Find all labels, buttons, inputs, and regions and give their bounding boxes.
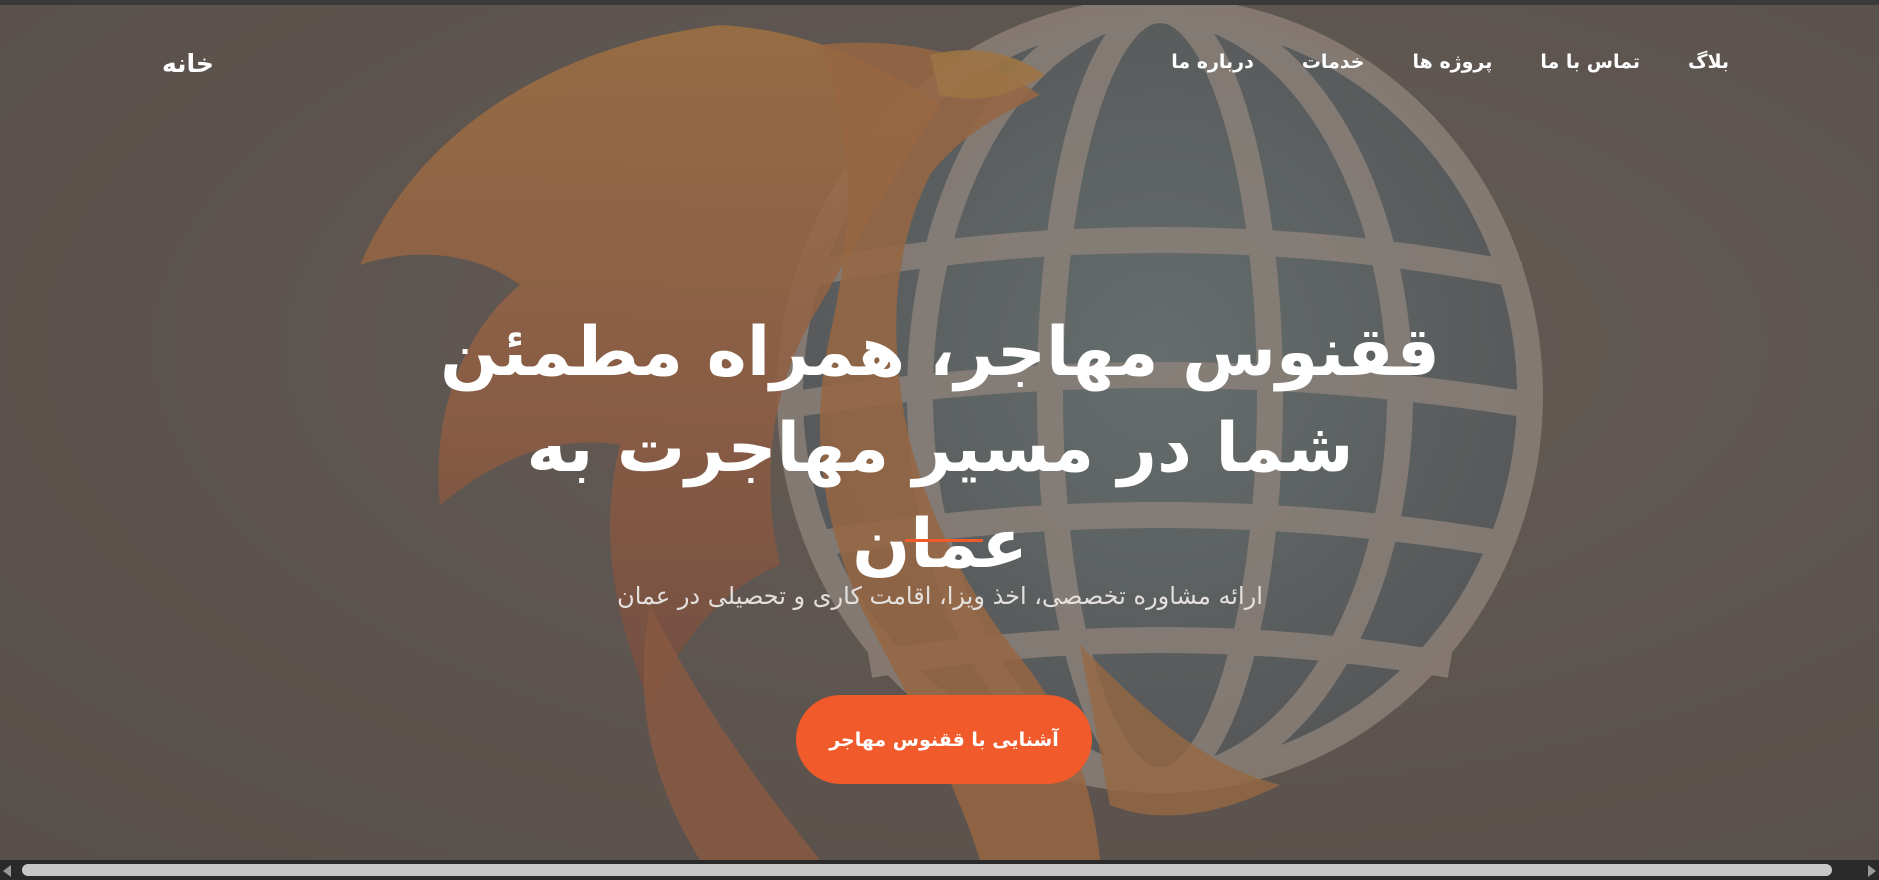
scroll-left-arrow-icon[interactable] xyxy=(3,865,11,877)
scroll-right-arrow-icon[interactable] xyxy=(1868,865,1876,877)
about-cta-button[interactable]: آشنایی با ققنوس مهاجر xyxy=(796,695,1092,784)
scrollbar-thumb[interactable] xyxy=(22,864,1832,876)
hero-subtitle: ارائه مشاوره تخصصی، اخذ ویزا، اقامت کاری… xyxy=(617,582,1263,610)
hero-section: خانه بلاگ تماس با ما پروژه ها خدمات دربا… xyxy=(0,5,1879,860)
hero-headline-line2: شما در مسیر مهاجرت به عمان xyxy=(526,409,1354,584)
hero-headline: ققنوس مهاجر، همراه مطمئن شما در مسیر مها… xyxy=(440,305,1440,593)
hero-content: ققنوس مهاجر، همراه مطمئن شما در مسیر مها… xyxy=(0,5,1879,860)
accent-divider xyxy=(905,539,983,542)
hero-headline-line1: ققنوس مهاجر، همراه مطمئن xyxy=(440,313,1440,392)
horizontal-scrollbar[interactable] xyxy=(0,860,1879,880)
